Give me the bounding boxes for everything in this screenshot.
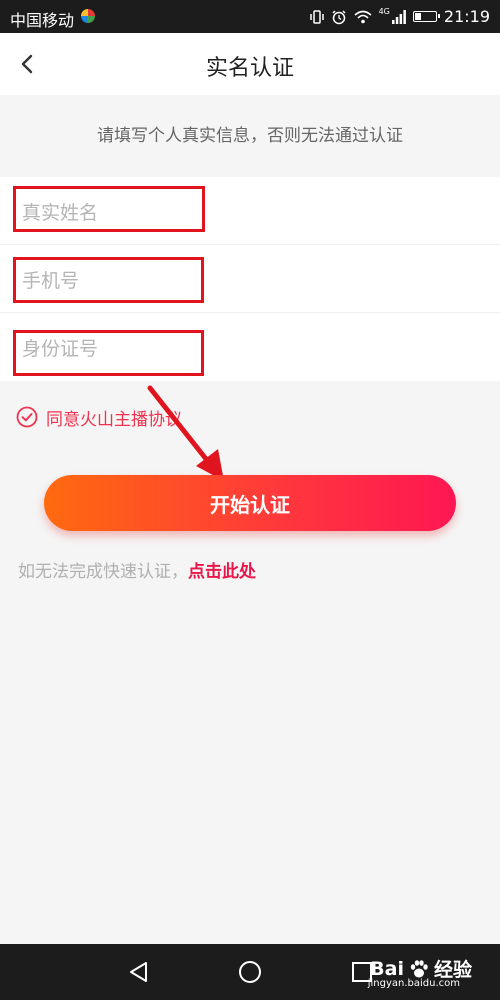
carrier-name: 中国移动 xyxy=(10,11,75,30)
paw-icon xyxy=(410,959,428,977)
carrier-logo-icon xyxy=(81,9,95,23)
signal-icon xyxy=(391,9,406,24)
system-nav-bar: Bai 经验 xyxy=(0,944,500,1000)
wifi-icon xyxy=(354,10,372,23)
battery-icon xyxy=(412,11,440,22)
id-row xyxy=(0,313,500,381)
status-icons: 4G 21:19 xyxy=(309,7,490,26)
alarm-icon xyxy=(332,9,346,24)
check-circle-icon xyxy=(16,406,38,428)
watermark-url: jingyan.baidu.com xyxy=(367,978,460,989)
agreement-label[interactable]: 同意火山主播协议 xyxy=(46,405,182,430)
id-number-input[interactable] xyxy=(20,331,484,367)
phone-row xyxy=(0,245,500,313)
fallback-text: 如无法完成快速认证， xyxy=(18,562,188,582)
info-notice: 请填写个人真实信息，否则无法通过认证 xyxy=(97,126,403,146)
verification-form xyxy=(0,177,500,381)
vibrate-icon xyxy=(309,9,324,24)
network-type-label: 4G xyxy=(378,7,390,16)
battery-level xyxy=(414,13,421,20)
page-title: 实名认证 xyxy=(205,56,294,81)
real-name-input[interactable] xyxy=(20,195,484,231)
fallback-line: 如无法完成快速认证，点击此处 xyxy=(18,557,256,582)
status-time: 21:19 xyxy=(443,7,490,26)
status-bar: 中国移动 4G 21:19 xyxy=(0,0,500,33)
nav-bar: 实名认证 xyxy=(0,33,500,95)
agreement-checkbox[interactable]: 同意火山主播协议 xyxy=(16,404,182,430)
name-row xyxy=(0,177,500,245)
watermark-brand-left: Bai xyxy=(370,957,404,980)
home-circle-icon[interactable] xyxy=(236,958,264,986)
click-here-link[interactable]: 点击此处 xyxy=(188,562,256,582)
annotation-arrow-icon xyxy=(147,385,224,481)
start-verification-button[interactable]: 开始认证 xyxy=(44,475,456,531)
back-triangle-icon[interactable] xyxy=(125,958,153,986)
phone-number-input[interactable] xyxy=(20,263,484,299)
